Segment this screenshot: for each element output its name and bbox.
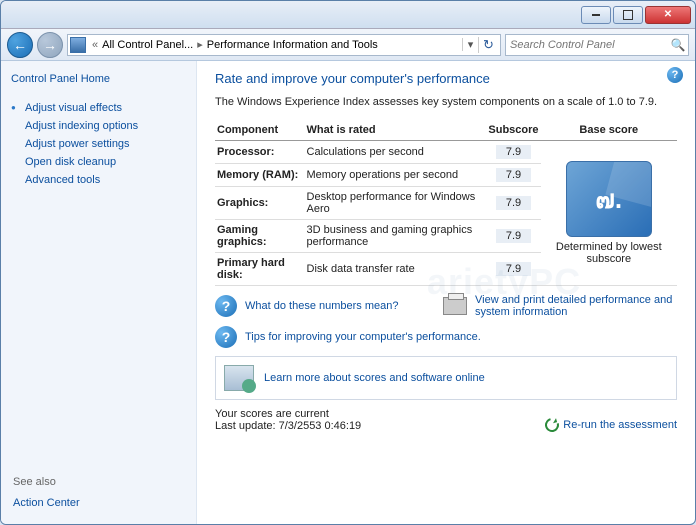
see-also-label: See also bbox=[11, 476, 186, 488]
breadcrumb-chevron-icon: ▸ bbox=[195, 38, 205, 51]
breadcrumb-root[interactable]: All Control Panel... bbox=[100, 39, 195, 51]
link-view-detailed[interactable]: View and print detailed performance and … bbox=[475, 294, 677, 318]
component-rated: Calculations per second bbox=[305, 141, 487, 164]
maximize-button[interactable] bbox=[613, 6, 643, 24]
link-what-numbers-mean[interactable]: What do these numbers mean? bbox=[245, 300, 435, 312]
subscore-value: 7.9 bbox=[496, 262, 531, 276]
forward-button[interactable]: → bbox=[37, 32, 63, 58]
titlebar bbox=[1, 1, 695, 29]
score-status: Your scores are current Last update: 7/3… bbox=[215, 408, 361, 432]
link-tips[interactable]: Tips for improving your computer's perfo… bbox=[245, 331, 481, 343]
subscore-value: 7.9 bbox=[496, 145, 531, 159]
link-learn-more[interactable]: Learn more about scores and software onl… bbox=[264, 372, 485, 384]
basescore-label: Determined by lowest subscore bbox=[543, 241, 675, 265]
question-icon: ? bbox=[215, 295, 237, 317]
subscore-value: 7.9 bbox=[496, 196, 531, 210]
component-rated: Memory operations per second bbox=[305, 164, 487, 187]
printer-icon bbox=[443, 297, 467, 315]
sidebar-link-power[interactable]: Adjust power settings bbox=[11, 135, 186, 153]
col-rated: What is rated bbox=[305, 120, 487, 141]
search-icon[interactable]: 🔍 bbox=[668, 38, 688, 52]
basescore-cell: ๗. Determined by lowest subscore bbox=[541, 141, 677, 286]
page-description: The Windows Experience Index assesses ke… bbox=[215, 96, 677, 108]
table-header-row: Component What is rated Subscore Base sc… bbox=[215, 120, 677, 141]
component-name: Processor: bbox=[217, 146, 274, 158]
window-frame: ← → « All Control Panel... ▸ Performance… bbox=[0, 0, 696, 525]
component-rated: Disk data transfer rate bbox=[305, 253, 487, 286]
component-name: Graphics: bbox=[217, 197, 268, 209]
subscore-value: 7.9 bbox=[496, 229, 531, 243]
help-icon[interactable]: ? bbox=[667, 67, 683, 83]
refresh-button[interactable]: ↻ bbox=[478, 37, 498, 53]
rerun-label: Re-run the assessment bbox=[563, 419, 677, 431]
component-rated: 3D business and gaming graphics performa… bbox=[305, 220, 487, 253]
refresh-icon bbox=[543, 415, 562, 434]
sidebar-link-advanced[interactable]: Advanced tools bbox=[11, 171, 186, 189]
component-name: Memory (RAM): bbox=[217, 169, 298, 181]
col-basescore: Base score bbox=[541, 120, 677, 141]
see-also-action-center[interactable]: Action Center bbox=[11, 494, 186, 512]
software-icon bbox=[224, 365, 254, 391]
sidebar-link-visual-effects[interactable]: Adjust visual effects bbox=[11, 99, 186, 117]
breadcrumb-chevron-icon: « bbox=[90, 39, 100, 51]
content-body: Control Panel Home Adjust visual effects… bbox=[1, 61, 695, 524]
navigation-bar: ← → « All Control Panel... ▸ Performance… bbox=[1, 29, 695, 61]
minimize-button[interactable] bbox=[581, 6, 611, 24]
component-name: Primary hard disk: bbox=[217, 257, 285, 281]
component-name: Gaming graphics: bbox=[217, 224, 267, 248]
help-links-row-2: ? Tips for improving your computer's per… bbox=[215, 326, 677, 348]
control-panel-home-link[interactable]: Control Panel Home bbox=[11, 73, 186, 85]
sidebar: Control Panel Home Adjust visual effects… bbox=[1, 61, 197, 524]
scores-current-label: Your scores are current bbox=[215, 408, 361, 420]
address-dropdown-button[interactable]: ▾ bbox=[462, 38, 478, 51]
address-bar[interactable]: « All Control Panel... ▸ Performance Inf… bbox=[67, 34, 501, 56]
breadcrumb-current[interactable]: Performance Information and Tools bbox=[205, 39, 380, 51]
component-rated: Desktop performance for Windows Aero bbox=[305, 187, 487, 220]
back-button[interactable]: ← bbox=[7, 32, 33, 58]
learn-more-box: Learn more about scores and software onl… bbox=[215, 356, 677, 400]
search-input[interactable] bbox=[506, 39, 668, 51]
page-title: Rate and improve your computer's perform… bbox=[215, 71, 677, 86]
help-links-row-1: ? What do these numbers mean? View and p… bbox=[215, 294, 677, 318]
basescore-badge: ๗. bbox=[566, 161, 652, 237]
close-button[interactable] bbox=[645, 6, 691, 24]
control-panel-icon bbox=[70, 37, 86, 53]
row-processor: Processor: Calculations per second 7.9 ๗… bbox=[215, 141, 677, 164]
basescore-value: ๗. bbox=[595, 179, 622, 220]
col-component: Component bbox=[215, 120, 305, 141]
footer-row: Your scores are current Last update: 7/3… bbox=[215, 408, 677, 432]
col-subscore: Subscore bbox=[486, 120, 540, 141]
rerun-assessment-link[interactable]: Re-run the assessment bbox=[545, 418, 677, 432]
sidebar-link-cleanup[interactable]: Open disk cleanup bbox=[11, 153, 186, 171]
sidebar-link-indexing[interactable]: Adjust indexing options bbox=[11, 117, 186, 135]
scores-table: Component What is rated Subscore Base sc… bbox=[215, 120, 677, 286]
question-icon: ? bbox=[215, 326, 237, 348]
last-update-label: Last update: 7/3/2553 0:46:19 bbox=[215, 420, 361, 432]
search-box[interactable]: 🔍 bbox=[505, 34, 689, 56]
main-content: ? arietyPC Rate and improve your compute… bbox=[197, 61, 695, 524]
subscore-value: 7.9 bbox=[496, 168, 531, 182]
